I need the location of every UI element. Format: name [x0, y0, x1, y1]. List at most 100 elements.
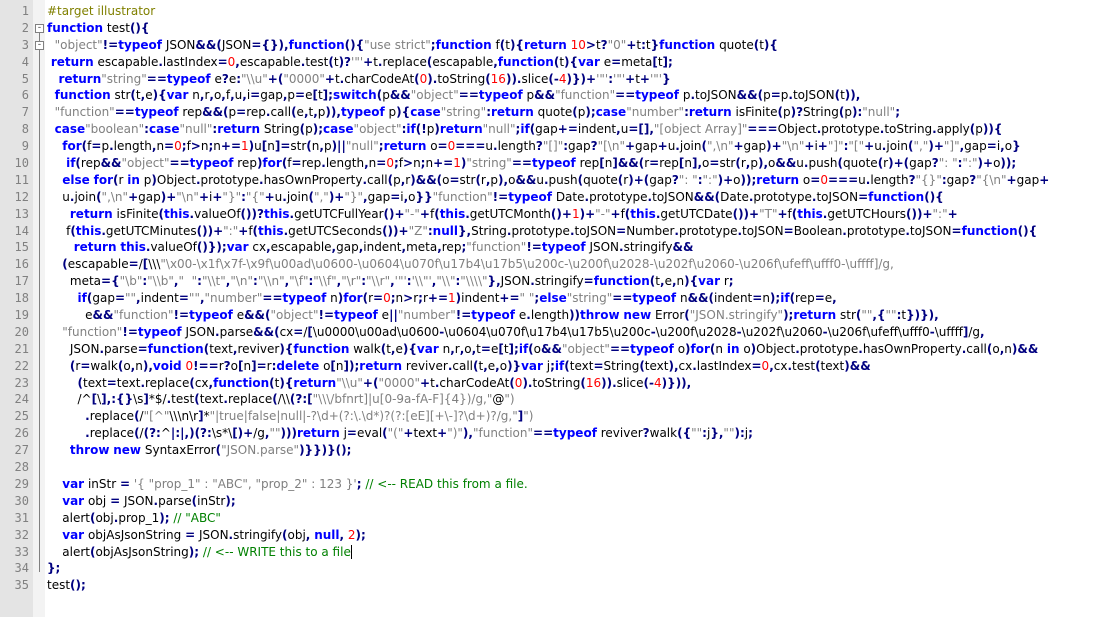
- code-line[interactable]: 13 return isFinite(this.valueOf())?this.…: [0, 206, 1096, 223]
- code-line[interactable]: 28: [0, 459, 1096, 476]
- code-editor[interactable]: - - 1 #target illustrator 2 function test()…: [0, 0, 1096, 617]
- code-line[interactable]: 25 .replace(/"[^"\\\n\r]*"|true|false|nu…: [0, 408, 1096, 425]
- code-line[interactable]: 2 function test(){: [0, 20, 1096, 37]
- code-line-text[interactable]: "object"!=typeof JSON&&(JSON={}),functio…: [47, 37, 1096, 54]
- line-number: 24: [14, 392, 29, 407]
- line-number: 29: [14, 476, 29, 491]
- code-line-text[interactable]: return"string"==typeof e?e:"\\u"+("0000"…: [47, 71, 1096, 88]
- code-line-text[interactable]: if(gap="",indent="","number"==typeof n)f…: [47, 290, 1096, 307]
- code-line-text[interactable]: (r=walk(o,n),void 0!==r?o[n]=r:delete o[…: [47, 358, 1096, 375]
- code-line-text[interactable]: "function"==typeof rep&&(p=rep.call(e,t,…: [47, 104, 1096, 121]
- line-number: 10: [14, 156, 29, 171]
- code-line-text[interactable]: return this.valueOf()});var cx,escapable…: [47, 239, 1096, 256]
- text-cursor: [350, 544, 352, 559]
- code-line-text[interactable]: function str(t,e){var n,r,o,f,u,i=gap,p=…: [47, 87, 1096, 104]
- code-line[interactable]: 12 u.join(",\n"+gap)+"\n"+i+"}":"{"+u.jo…: [0, 189, 1096, 206]
- line-number: 11: [14, 172, 29, 187]
- code-lines[interactable]: 1 #target illustrator 2 function test(){3 "…: [0, 3, 1096, 594]
- code-line[interactable]: 3 "object"!=typeof JSON&&(JSON={}),funct…: [0, 37, 1096, 54]
- line-number: 2: [21, 20, 29, 35]
- line-number: 25: [14, 409, 29, 424]
- code-line-text[interactable]: #target illustrator: [47, 3, 1096, 20]
- code-line[interactable]: 9 for(f=p.length,n=0;f>n;n+=1)u[n]=str(n…: [0, 138, 1096, 155]
- line-number: 22: [14, 358, 29, 373]
- line-number: 28: [14, 460, 29, 475]
- code-line-text[interactable]: alert(obj.prop_1); // "ABC": [47, 510, 1096, 527]
- line-number: 8: [21, 122, 29, 137]
- code-line[interactable]: 35 test();: [0, 577, 1096, 594]
- code-line-text[interactable]: meta={"\b":"\\b"," ":"\\t","\n":"\\n","\…: [47, 273, 1096, 290]
- line-number: 34: [14, 561, 29, 576]
- code-line[interactable]: 21 JSON.parse=function(text,reviver){fun…: [0, 341, 1096, 358]
- code-line-text[interactable]: };: [47, 560, 1096, 577]
- code-line[interactable]: 18 if(gap="",indent="","number"==typeof …: [0, 290, 1096, 307]
- code-line-text[interactable]: for(f=p.length,n=0;f>n;n+=1)u[n]=str(n,p…: [47, 138, 1096, 155]
- code-line[interactable]: 19 e&&"function"!=typeof e&&("object"!=t…: [0, 307, 1096, 324]
- line-number: 35: [14, 578, 29, 593]
- code-line-text[interactable]: if(rep&&"object"==typeof rep)for(f=rep.l…: [47, 155, 1096, 172]
- code-line-text[interactable]: (text=text.replace(cx,function(t){return…: [47, 375, 1096, 392]
- code-line-text[interactable]: alert(objAsJsonString); // <-- WRITE thi…: [47, 544, 1096, 561]
- code-line-text[interactable]: JSON.parse=function(text,reviver){functi…: [47, 341, 1096, 358]
- code-line[interactable]: 23 (text=text.replace(cx,function(t){ret…: [0, 375, 1096, 392]
- code-line-text[interactable]: test();: [47, 577, 1096, 594]
- code-line-text[interactable]: throw new SyntaxError("JSON.parse")}})}(…: [47, 442, 1096, 459]
- code-line[interactable]: 15 return this.valueOf()});var cx,escapa…: [0, 239, 1096, 256]
- line-number: 30: [14, 493, 29, 508]
- line-number: 13: [14, 206, 29, 221]
- line-number: 32: [14, 527, 29, 542]
- code-line[interactable]: 6 function str(t,e){var n,r,o,f,u,i=gap,…: [0, 87, 1096, 104]
- code-line-text[interactable]: return isFinite(this.valueOf())?this.get…: [47, 206, 1096, 223]
- line-number: 4: [21, 54, 29, 69]
- line-number: 33: [14, 544, 29, 559]
- code-line[interactable]: 7 "function"==typeof rep&&(p=rep.call(e,…: [0, 104, 1096, 121]
- code-line-text[interactable]: "function"!=typeof JSON.parse&&(cx=/[\u0…: [47, 324, 1096, 341]
- code-line-text[interactable]: var inStr = '{ "prop_1" : "ABC", "prop_2…: [47, 476, 1096, 493]
- line-number: 1: [21, 4, 29, 18]
- code-line-text[interactable]: var obj = JSON.parse(inStr);: [47, 493, 1096, 510]
- code-line[interactable]: 11 else for(r in p)Object.prototype.hasO…: [0, 172, 1096, 189]
- code-line[interactable]: 22 (r=walk(o,n),void 0!==r?o[n]=r:delete…: [0, 358, 1096, 375]
- code-line[interactable]: 17 meta={"\b":"\\b"," ":"\\t","\n":"\\n"…: [0, 273, 1096, 290]
- code-line[interactable]: 32 var objAsJsonString = JSON.stringify(…: [0, 527, 1096, 544]
- line-number: 23: [14, 375, 29, 390]
- code-line-text[interactable]: var objAsJsonString = JSON.stringify(obj…: [47, 527, 1096, 544]
- line-number: 9: [21, 139, 29, 154]
- code-line-text[interactable]: else for(r in p)Object.prototype.hasOwnP…: [47, 172, 1096, 189]
- code-line-text[interactable]: /^[\],:{}\s]*$/.test(text.replace(/\\(?:…: [47, 391, 1096, 408]
- code-line-text[interactable]: .replace(/(?:^|:|,)(?:\s*\[)+/g,"")))ret…: [47, 425, 1096, 442]
- line-number: 14: [14, 223, 29, 238]
- code-line[interactable]: 34};: [0, 560, 1096, 577]
- line-number: 31: [14, 510, 29, 525]
- code-line[interactable]: 8 case"boolean":case"null":return String…: [0, 121, 1096, 138]
- line-number: 20: [14, 324, 29, 339]
- code-line[interactable]: 14 f(this.getUTCMinutes())+":"+f(this.ge…: [0, 223, 1096, 240]
- code-line[interactable]: 31 alert(obj.prop_1); // "ABC": [0, 510, 1096, 527]
- code-line[interactable]: 20 "function"!=typeof JSON.parse&&(cx=/[…: [0, 324, 1096, 341]
- line-number: 18: [14, 291, 29, 306]
- code-line[interactable]: 30 var obj = JSON.parse(inStr);: [0, 493, 1096, 510]
- code-line-text[interactable]: (escapable=/[\\\"\x00-\x1f\x7f-\x9f\u00a…: [47, 256, 1096, 273]
- line-number: 16: [14, 257, 29, 272]
- code-line-text[interactable]: case"boolean":case"null":return String(p…: [47, 121, 1096, 138]
- code-line[interactable]: 29 var inStr = '{ "prop_1" : "ABC", "pro…: [0, 476, 1096, 493]
- code-line-text[interactable]: e&&"function"!=typeof e&&("object"!=type…: [47, 307, 1096, 324]
- code-line-text[interactable]: f(this.getUTCMinutes())+":"+f(this.getUT…: [47, 223, 1096, 240]
- code-line[interactable]: 10 if(rep&&"object"==typeof rep)for(f=re…: [0, 155, 1096, 172]
- code-line-text[interactable]: function test(){: [47, 20, 1096, 37]
- code-line[interactable]: 16 (escapable=/[\\\"\x00-\x1f\x7f-\x9f\u…: [0, 256, 1096, 273]
- code-line[interactable]: 4 return escapable.lastIndex=0,escapable…: [0, 54, 1096, 71]
- line-number: 3: [21, 37, 29, 52]
- code-line[interactable]: 33 alert(objAsJsonString); // <-- WRITE …: [0, 544, 1096, 561]
- line-number: 5: [21, 71, 29, 86]
- code-line[interactable]: 26 .replace(/(?:^|:|,)(?:\s*\[)+/g,"")))…: [0, 425, 1096, 442]
- line-number: 26: [14, 426, 29, 441]
- code-line[interactable]: 24 /^[\],:{}\s]*$/.test(text.replace(/\\…: [0, 391, 1096, 408]
- code-line-text[interactable]: return escapable.lastIndex=0,escapable.t…: [47, 54, 1096, 71]
- code-line[interactable]: 1 #target illustrator: [0, 3, 1096, 20]
- code-line-text[interactable]: u.join(",\n"+gap)+"\n"+i+"}":"{"+u.join(…: [47, 189, 1096, 206]
- code-line[interactable]: 27 throw new SyntaxError("JSON.parse")}}…: [0, 442, 1096, 459]
- code-line[interactable]: 5 return"string"==typeof e?e:"\\u"+("000…: [0, 71, 1096, 88]
- code-line-text[interactable]: .replace(/"[^"\\\n\r]*"|true|false|null|…: [47, 408, 1096, 425]
- line-number: 17: [14, 274, 29, 289]
